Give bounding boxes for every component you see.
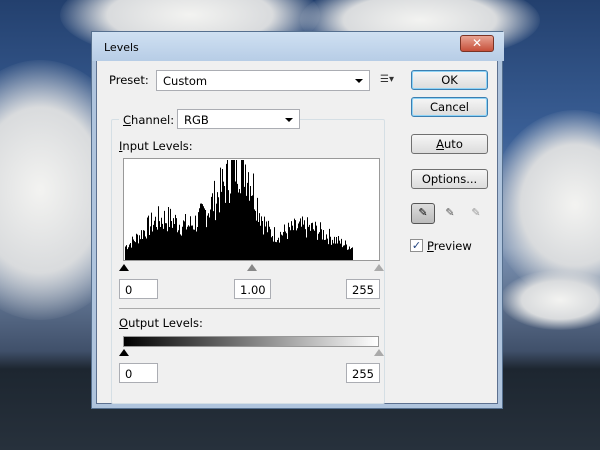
input-white-field[interactable]: 255: [346, 279, 380, 299]
output-black-field[interactable]: 0: [119, 363, 158, 383]
input-black-slider[interactable]: [119, 264, 129, 271]
output-levels-label: Output Levels:: [119, 316, 203, 330]
preset-select[interactable]: Custom: [156, 70, 370, 91]
histogram: [123, 158, 380, 261]
output-black-slider[interactable]: [119, 349, 129, 356]
gray-eyedropper-icon[interactable]: ✎: [439, 203, 461, 224]
divider: [119, 308, 380, 309]
chevron-down-icon: [355, 79, 363, 83]
chevron-down-icon: [285, 118, 293, 122]
input-black-field[interactable]: 0: [119, 279, 158, 299]
close-button[interactable]: ✕: [460, 35, 494, 52]
white-eyedropper-icon[interactable]: ✎: [465, 203, 487, 224]
input-levels-label: Input Levels:: [119, 139, 193, 153]
channel-label: Channel:: [119, 113, 179, 127]
black-eyedropper-icon[interactable]: ✎: [411, 203, 435, 224]
input-gamma-slider[interactable]: [247, 264, 257, 271]
preview-checkbox[interactable]: ✓: [410, 239, 423, 252]
title-bar: Levels ✕: [92, 32, 504, 61]
channel-value: RGB: [184, 113, 209, 127]
channel-select[interactable]: RGB: [177, 109, 300, 129]
output-gradient: [123, 336, 379, 347]
options-button[interactable]: Options...: [411, 169, 488, 189]
input-white-slider[interactable]: [374, 264, 384, 271]
cancel-button[interactable]: Cancel: [411, 97, 488, 117]
auto-button[interactable]: Auto: [411, 134, 488, 154]
ok-button[interactable]: OK: [411, 70, 488, 90]
levels-dialog: Levels ✕ Preset: Custom ☰▾ OK Cancel Aut…: [92, 32, 504, 404]
output-white-field[interactable]: 255: [346, 363, 380, 383]
output-white-slider[interactable]: [374, 349, 384, 356]
preview-label: Preview: [427, 239, 472, 253]
preset-label: Preset:: [109, 73, 149, 87]
dialog-title: Levels: [104, 41, 139, 54]
preset-options-icon[interactable]: ☰▾: [380, 74, 394, 85]
preset-value: Custom: [163, 74, 208, 88]
input-gamma-field[interactable]: 1.00: [234, 279, 271, 299]
